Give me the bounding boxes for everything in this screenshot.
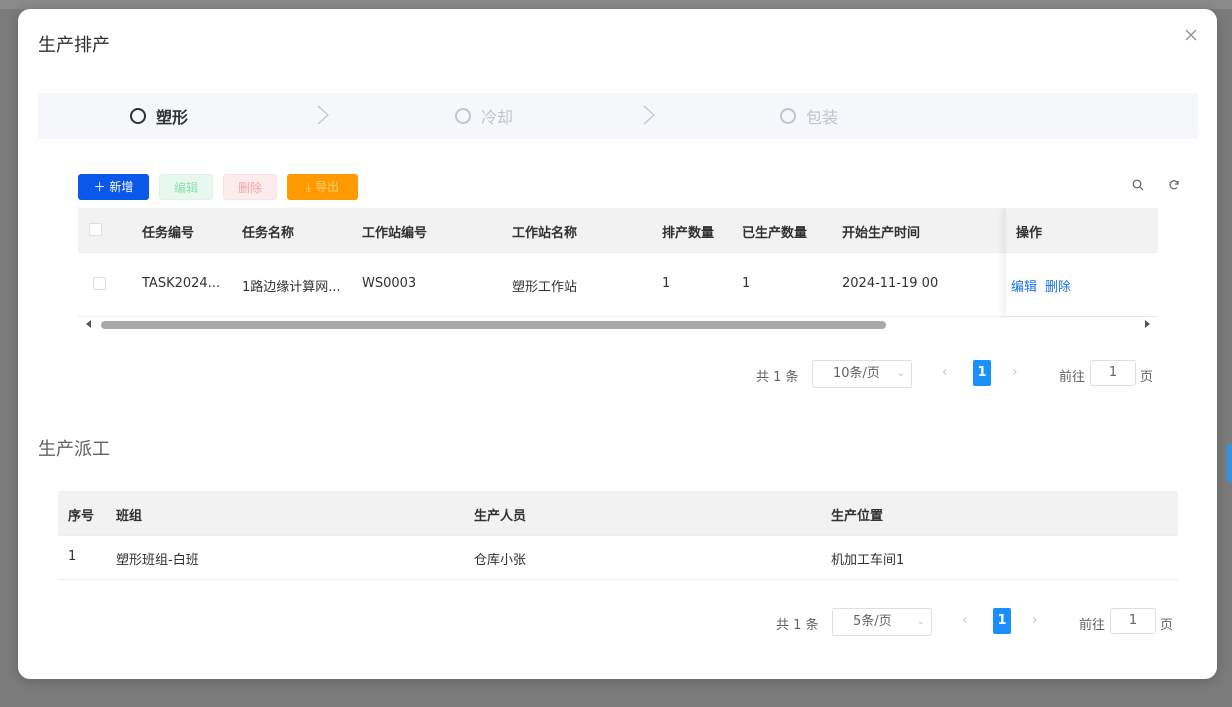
- page-size-select[interactable]: 10条/页 ⌄: [812, 360, 912, 388]
- table-row[interactable]: TASK2024... 1路边缘计算网... WS0003 塑形工作站 1 1 …: [78, 252, 1158, 317]
- col-task-name: 任务名称: [242, 226, 295, 241]
- task-no: TASK2024...: [142, 276, 221, 291]
- step-circle-icon: [780, 108, 796, 124]
- station-no: WS0003: [362, 276, 417, 291]
- select-all-checkbox[interactable]: [89, 223, 102, 236]
- col-team: 班组: [116, 509, 143, 524]
- export-button[interactable]: ⤓ 导出: [287, 174, 358, 200]
- row-checkbox[interactable]: [93, 277, 106, 290]
- table-header: 任务编号 任务名称 工作站编号 工作站名称 排产数量 已生产数量 开始生产时间: [78, 208, 1158, 253]
- page-size-select[interactable]: 5条/页 ⌄: [832, 608, 932, 636]
- fixed-operations-column: 操作 编辑 删除: [1006, 208, 1158, 316]
- refresh-icon[interactable]: [1167, 179, 1181, 193]
- col-station-no: 工作站编号: [362, 226, 428, 241]
- col-plan-qty: 排产数量: [662, 226, 715, 241]
- page-number[interactable]: 1: [993, 608, 1011, 634]
- step-packaging[interactable]: 包装: [780, 93, 838, 139]
- search-icon[interactable]: [1131, 179, 1145, 193]
- col-produced-qty: 已生产数量: [742, 226, 808, 241]
- col-location: 生产位置: [831, 509, 884, 524]
- delete-button[interactable]: 删除: [223, 174, 277, 200]
- horizontal-scrollbar[interactable]: [78, 318, 1158, 332]
- prev-page-icon[interactable]: ‹: [962, 612, 968, 628]
- total-count: 共 1 条: [756, 370, 799, 385]
- step-label: 包装: [806, 108, 839, 127]
- col-station-name: 工作站名称: [512, 226, 578, 241]
- row-worker: 仓库小张: [474, 553, 527, 568]
- produced-qty: 1: [742, 276, 751, 291]
- dialog-title: 生产排产: [38, 35, 110, 56]
- page-word: 页: [1160, 618, 1174, 633]
- background-header: [0, 0, 1232, 9]
- pagination-1: 共 1 条 10条/页 ⌄ ‹ 1 › 前往 1 页: [756, 360, 1156, 388]
- step-label: 塑形: [156, 108, 189, 127]
- col-index: 序号: [68, 509, 95, 524]
- download-icon: ⤓: [305, 180, 316, 194]
- goto-label: 前往: [1059, 370, 1086, 385]
- col-task-no: 任务编号: [142, 226, 195, 241]
- table-header: 序号 班组 生产人员 生产位置: [58, 491, 1178, 536]
- row-location: 机加工车间1: [831, 553, 905, 568]
- step-shaping[interactable]: 塑形: [130, 93, 188, 139]
- edit-button[interactable]: 编辑: [159, 174, 213, 200]
- task-name: 1路边缘计算网...: [242, 280, 341, 295]
- goto-page-input[interactable]: 1: [1110, 608, 1156, 634]
- col-operations: 操作: [1016, 226, 1043, 241]
- col-worker: 生产人员: [474, 509, 527, 524]
- row-delete-link[interactable]: 删除: [1045, 276, 1071, 295]
- row-team: 塑形班组-白班: [116, 553, 199, 568]
- chevron-right-icon: [317, 105, 329, 125]
- scroll-thumb[interactable]: [101, 321, 886, 329]
- table-row[interactable]: 1 塑形班组-白班 仓库小张 机加工车间1: [58, 535, 1178, 580]
- schedule-table: 任务编号 任务名称 工作站编号 工作站名称 排产数量 已生产数量 开始生产时间 …: [78, 208, 1158, 318]
- row-index: 1: [68, 549, 77, 564]
- step-circle-icon: [455, 108, 471, 124]
- chevron-right-icon: [643, 105, 655, 125]
- section-title: 生产派工: [38, 439, 110, 460]
- plan-qty: 1: [662, 276, 671, 291]
- plus-icon: ＋: [93, 180, 110, 194]
- total-count: 共 1 条: [776, 618, 819, 633]
- step-label: 冷却: [481, 108, 514, 127]
- process-steps: 塑形 冷却 包装: [38, 93, 1198, 139]
- col-start-time: 开始生产时间: [842, 226, 921, 241]
- scroll-right-icon[interactable]: [1145, 320, 1150, 328]
- chevron-down-icon: ⌄: [896, 368, 905, 379]
- goto-label: 前往: [1079, 618, 1106, 633]
- scroll-left-icon[interactable]: [86, 320, 91, 328]
- background-side-tab: [1226, 444, 1232, 482]
- pagination-2: 共 1 条 5条/页 ⌄ ‹ 1 › 前往 1 页: [776, 608, 1176, 636]
- next-page-icon[interactable]: ›: [1012, 364, 1018, 380]
- close-icon[interactable]: [1181, 27, 1201, 47]
- step-cooling[interactable]: 冷却: [455, 93, 513, 139]
- chevron-down-icon: ⌄: [916, 616, 925, 627]
- station-name: 塑形工作站: [512, 280, 578, 295]
- next-page-icon[interactable]: ›: [1032, 612, 1038, 628]
- prev-page-icon[interactable]: ‹: [942, 364, 948, 380]
- page-word: 页: [1140, 370, 1154, 385]
- page-number[interactable]: 1: [973, 360, 991, 386]
- step-circle-icon: [130, 108, 146, 124]
- row-edit-link[interactable]: 编辑: [1011, 276, 1037, 295]
- goto-page-input[interactable]: 1: [1090, 360, 1136, 386]
- production-scheduling-dialog: 生产排产 塑形 冷却 包装 ＋ 新增 编辑 删除 ⤓ 导出 任务编号 任务名称 …: [18, 9, 1217, 679]
- start-time: 2024-11-19 00: [842, 276, 939, 291]
- add-button[interactable]: ＋ 新增: [78, 174, 149, 200]
